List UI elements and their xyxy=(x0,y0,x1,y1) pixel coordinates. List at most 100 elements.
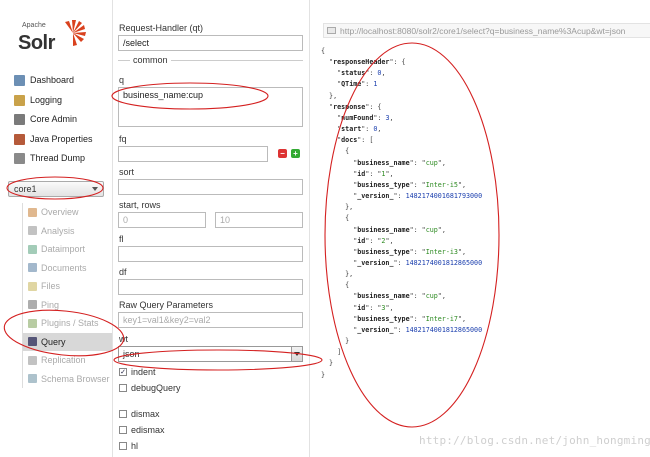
logging-icon xyxy=(14,94,25,106)
chevron-down-icon xyxy=(92,187,98,191)
hl-label: hl xyxy=(131,441,139,451)
qt-label: Request-Handler (qt) xyxy=(119,23,204,33)
core-menu-query[interactable]: Query xyxy=(23,332,112,351)
doc-business-name: cup xyxy=(425,292,438,301)
core-menu-label: Dataimport xyxy=(41,244,86,255)
qt-input[interactable]: /select xyxy=(118,35,303,51)
core-menu-documents[interactable]: Documents xyxy=(23,259,112,278)
core-menu-label: Analysis xyxy=(41,225,75,236)
q-label: q xyxy=(119,75,125,85)
edismax-checkbox[interactable]: edismax xyxy=(119,425,165,435)
sort-input[interactable] xyxy=(118,179,303,195)
start-input[interactable]: 0 xyxy=(118,212,206,228)
core-selector[interactable]: core1 xyxy=(8,181,104,197)
page-icon xyxy=(327,27,336,34)
core-menu-label: Ping xyxy=(41,299,60,310)
nav-item-dashboard[interactable]: Dashboard xyxy=(14,71,110,89)
nav-item-java-properties[interactable]: Java Properties xyxy=(14,130,110,148)
ping-icon xyxy=(28,300,37,310)
raw-params-input[interactable]: key1=val1&key2=val2 xyxy=(118,312,303,328)
checkmark-icon: ✓ xyxy=(119,368,127,376)
core-menu-label: Query xyxy=(41,336,66,347)
left-navigation: Apache Solr Dashboard Logging Core Admin… xyxy=(0,0,112,457)
nav-item-label: Thread Dump xyxy=(30,153,86,163)
debug-query-checkbox[interactable]: debugQuery xyxy=(119,383,181,393)
nav-item-label: Core Admin xyxy=(30,114,78,124)
raw-params-label: Raw Query Parameters xyxy=(119,300,214,310)
core-menu-label: Replication xyxy=(41,355,86,366)
core-menu-ping[interactable]: Ping xyxy=(23,296,112,315)
core-menu-plugins-stats[interactable]: Plugins / Stats xyxy=(23,314,112,333)
response-json: { "responseHeader": { "status": 0, "QTim… xyxy=(321,47,483,379)
watermark-text: http://blog.csdn.net/john_hongming xyxy=(419,434,650,447)
core-menu-dataimport[interactable]: Dataimport xyxy=(23,240,112,259)
core-selector-value: core1 xyxy=(14,184,37,194)
response-panel: http://localhost:8080/solr2/core1/select… xyxy=(311,0,650,457)
core-menu-schema-browser[interactable]: Schema Browser xyxy=(23,370,112,389)
checkbox-empty-icon xyxy=(119,426,127,434)
nav-item-label: Dashboard xyxy=(30,75,75,85)
query-form: Request-Handler (qt) /select common q bu… xyxy=(112,0,310,457)
indent-checkbox[interactable]: ✓ indent xyxy=(119,367,156,377)
doc-business-name: cup xyxy=(425,158,438,167)
checkbox-empty-icon xyxy=(119,384,127,392)
checkbox-empty-icon xyxy=(119,442,127,450)
logo-apache-text: Apache xyxy=(22,22,46,29)
core-menu-label: Documents xyxy=(41,262,87,273)
add-fq-button[interactable]: + xyxy=(291,149,300,158)
documents-icon xyxy=(28,263,37,273)
remove-fq-button[interactable]: − xyxy=(278,149,287,158)
solr-sun-icon xyxy=(65,20,86,46)
doc-business-type: Inter-i5 xyxy=(425,180,458,189)
chevron-down-icon[interactable] xyxy=(291,347,302,361)
schema-icon xyxy=(28,374,37,384)
doc-version: 1482174001681793000 xyxy=(405,192,483,201)
doc-id: 3 xyxy=(381,303,386,312)
indent-label: indent xyxy=(131,367,156,377)
common-section-label: common xyxy=(130,55,171,65)
query-url-link[interactable]: http://localhost:8080/solr2/core1/select… xyxy=(323,23,650,38)
checkbox-empty-icon xyxy=(119,410,127,418)
nav-item-label: Logging xyxy=(30,95,63,105)
wt-select[interactable]: json xyxy=(118,346,303,362)
core-menu-label: Files xyxy=(41,281,61,292)
debug-query-label: debugQuery xyxy=(131,383,181,393)
wt-label: wt xyxy=(119,334,128,344)
core-menu-label: Schema Browser xyxy=(41,373,110,384)
qtime-value: 1 xyxy=(373,80,378,89)
core-menu-label: Overview xyxy=(41,207,79,218)
start-value: 0 xyxy=(373,125,378,134)
nav-item-logging[interactable]: Logging xyxy=(14,91,110,109)
df-input[interactable] xyxy=(118,279,303,295)
doc-business-name: cup xyxy=(425,225,438,234)
core-menu-analysis[interactable]: Analysis xyxy=(23,222,112,241)
doc-version: 1482174001812865000 xyxy=(405,325,483,334)
nav-item-label: Java Properties xyxy=(30,134,93,144)
java-icon xyxy=(14,133,25,145)
q-textarea[interactable]: business_name:cup xyxy=(118,87,303,127)
sort-label: sort xyxy=(119,167,135,177)
core-admin-icon xyxy=(14,113,25,125)
doc-business-type: Inter-i7 xyxy=(425,314,458,323)
core-menu-overview[interactable]: Overview xyxy=(23,203,112,222)
dismax-checkbox[interactable]: dismax xyxy=(119,409,160,419)
logo-solr-text: Solr xyxy=(18,32,55,54)
core-menu-files[interactable]: Files xyxy=(23,277,112,296)
nav-item-thread-dump[interactable]: Thread Dump xyxy=(14,149,110,167)
start-rows-label: start, rows xyxy=(119,200,161,210)
fq-label: fq xyxy=(119,134,127,144)
edismax-label: edismax xyxy=(131,425,165,435)
hl-checkbox[interactable]: hl xyxy=(119,441,138,451)
fq-input[interactable] xyxy=(118,146,268,162)
solr-logo[interactable]: Apache Solr xyxy=(14,18,104,62)
rows-input[interactable]: 10 xyxy=(215,212,303,228)
num-found-value: 3 xyxy=(385,113,390,122)
doc-business-type: Inter-i3 xyxy=(425,247,458,256)
fl-input[interactable] xyxy=(118,246,303,262)
core-menu-replication[interactable]: Replication xyxy=(23,351,112,370)
common-section-divider: common xyxy=(118,55,303,65)
wt-select-value: json xyxy=(123,349,140,359)
nav-item-core-admin[interactable]: Core Admin xyxy=(14,110,110,128)
dataimport-icon xyxy=(28,244,37,254)
dashboard-icon xyxy=(14,74,25,86)
